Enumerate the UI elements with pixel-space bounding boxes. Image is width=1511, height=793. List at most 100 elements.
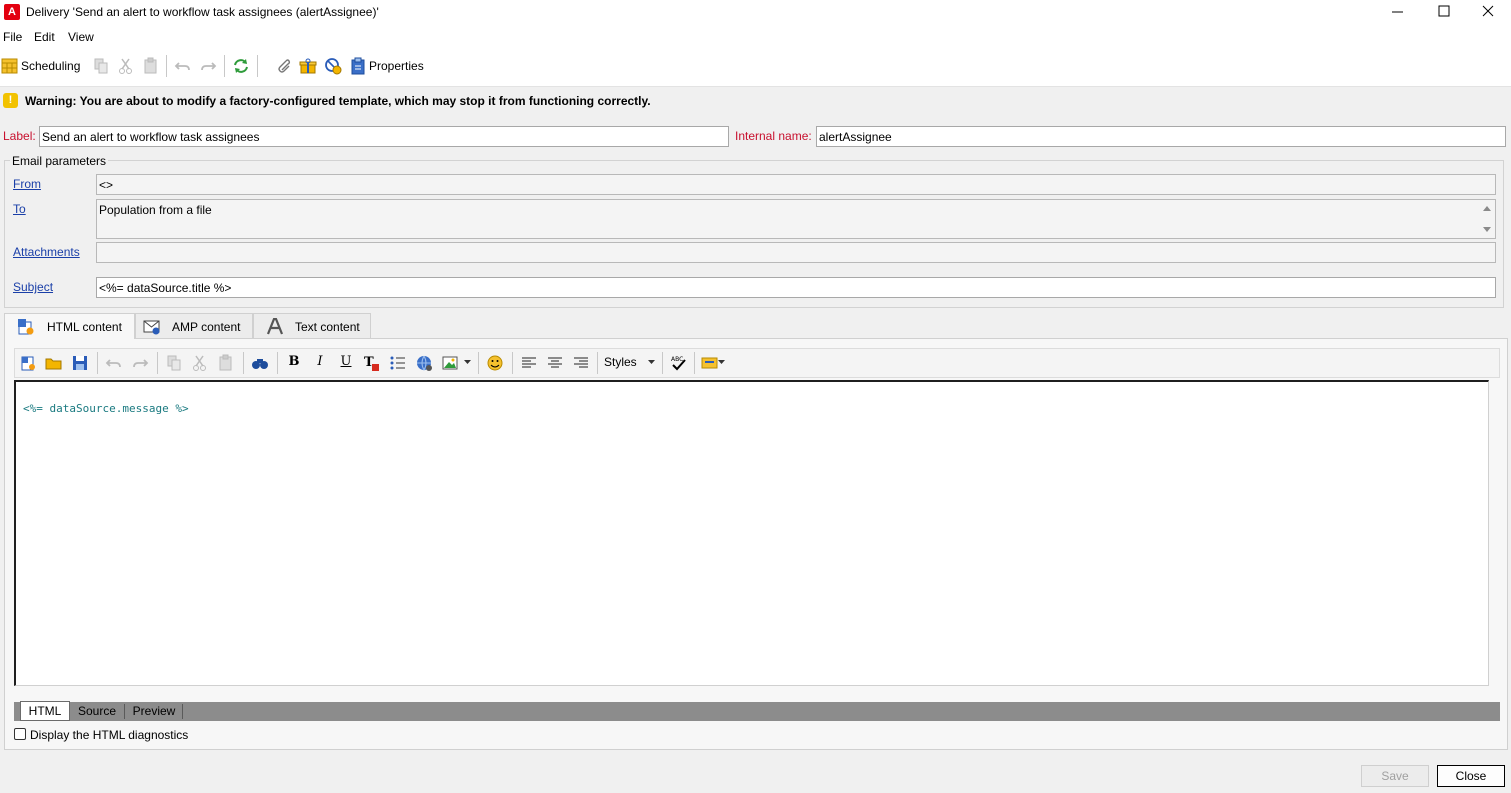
from-link[interactable]: From xyxy=(13,177,41,191)
calendar-icon[interactable] xyxy=(1,57,19,75)
editor-toolbar-separator xyxy=(243,352,244,374)
from-field[interactable]: <> xyxy=(96,174,1496,195)
clipboard-icon[interactable] xyxy=(349,57,367,75)
email-parameters-legend: Email parameters xyxy=(10,154,109,168)
underline-icon[interactable]: U xyxy=(337,354,355,372)
label-field-label: Label: xyxy=(3,129,36,143)
to-field[interactable]: Population from a file xyxy=(96,199,1496,239)
editor-toolbar-separator xyxy=(597,352,598,374)
close-button[interactable]: Close xyxy=(1437,765,1505,787)
align-left-icon[interactable] xyxy=(520,354,538,372)
editor-toolbar-separator xyxy=(157,352,158,374)
styles-dropdown[interactable]: Styles xyxy=(604,355,637,369)
align-center-icon[interactable] xyxy=(546,354,564,372)
html-diagnostics-checkbox[interactable] xyxy=(14,728,26,740)
open-folder-icon[interactable] xyxy=(45,354,63,372)
copy-icon[interactable] xyxy=(92,57,110,75)
scheduling-button[interactable]: Scheduling xyxy=(21,59,80,73)
text-color-icon[interactable]: T xyxy=(363,354,381,372)
tab-source[interactable]: Source xyxy=(72,702,122,721)
cut-icon[interactable] xyxy=(191,354,209,372)
undo-icon[interactable] xyxy=(105,354,123,372)
tab-amp-content-label: AMP content xyxy=(172,320,241,334)
chevron-down-icon[interactable] xyxy=(463,356,472,368)
attachment-icon[interactable] xyxy=(274,57,292,75)
undo-icon[interactable] xyxy=(174,57,192,75)
html-diagnostics-label: Display the HTML diagnostics xyxy=(30,728,189,742)
gift-icon[interactable] xyxy=(299,57,317,75)
menu-edit[interactable]: Edit xyxy=(34,30,55,44)
toolbar-separator xyxy=(257,55,258,77)
amp-content-icon xyxy=(143,318,161,336)
insert-image-icon[interactable] xyxy=(441,354,459,372)
refresh-icon[interactable] xyxy=(232,57,250,75)
copy-icon[interactable] xyxy=(165,354,183,372)
tab-html-content[interactable]: HTML content xyxy=(4,313,135,339)
toolbar-separator xyxy=(224,55,225,77)
editor-toolbar-separator xyxy=(277,352,278,374)
editor-toolbar-separator xyxy=(512,352,513,374)
cut-icon[interactable] xyxy=(117,57,135,75)
html-editor[interactable] xyxy=(14,380,1489,686)
tab-text-content-label: Text content xyxy=(295,320,360,334)
to-field-scrollbar[interactable] xyxy=(1479,200,1495,238)
attachments-field[interactable] xyxy=(96,242,1496,263)
properties-button[interactable]: Properties xyxy=(369,59,424,73)
to-link[interactable]: To xyxy=(13,202,26,216)
save-button[interactable]: Save xyxy=(1361,765,1429,787)
window-title: Delivery 'Send an alert to workflow task… xyxy=(26,5,379,19)
redo-icon[interactable] xyxy=(199,57,217,75)
subject-link[interactable]: Subject xyxy=(13,280,53,294)
chevron-down-icon[interactable] xyxy=(647,356,656,368)
tab-html[interactable]: HTML xyxy=(20,701,70,721)
menu-bar xyxy=(0,26,1511,46)
toolbar-separator xyxy=(166,55,167,77)
spellcheck-icon[interactable]: ABC xyxy=(670,354,688,372)
bullet-list-icon[interactable] xyxy=(389,354,407,372)
svg-text:ABC: ABC xyxy=(671,356,683,363)
tab-separator xyxy=(124,704,125,719)
subject-input[interactable]: <%= dataSource.title %> xyxy=(96,277,1496,298)
editor-content[interactable]: <%= dataSource.message %> xyxy=(23,402,189,415)
bold-icon[interactable]: B xyxy=(285,354,303,372)
paste-icon[interactable] xyxy=(217,354,235,372)
editor-view-tabs xyxy=(14,702,1500,721)
chevron-down-icon[interactable] xyxy=(717,356,726,368)
proof-icon[interactable] xyxy=(324,57,342,75)
paste-icon[interactable] xyxy=(142,57,160,75)
tab-separator xyxy=(182,704,183,719)
align-right-icon[interactable] xyxy=(572,354,590,372)
emoji-icon[interactable] xyxy=(486,354,504,372)
html-content-icon xyxy=(17,318,35,336)
label-input[interactable]: Send an alert to workflow task assignees xyxy=(39,126,729,147)
attachments-link[interactable]: Attachments xyxy=(13,245,80,259)
adobe-icon: A xyxy=(4,4,20,20)
tab-html-content-label: HTML content xyxy=(47,320,122,334)
redo-icon[interactable] xyxy=(131,354,149,372)
close-icon xyxy=(1482,5,1494,17)
tab-text-content[interactable]: Text content xyxy=(253,313,371,338)
save-icon[interactable] xyxy=(71,354,89,372)
new-document-icon[interactable] xyxy=(19,354,37,372)
close-window-button[interactable] xyxy=(1465,0,1511,26)
maximize-icon xyxy=(1438,5,1450,17)
menu-view[interactable]: View xyxy=(68,30,94,44)
editor-toolbar-separator xyxy=(694,352,695,374)
internal-name-label: Internal name: xyxy=(735,129,812,143)
find-binoculars-icon[interactable] xyxy=(251,354,269,372)
minimize-button[interactable] xyxy=(1375,0,1421,26)
text-content-icon xyxy=(266,318,284,336)
internal-name-input[interactable]: alertAssignee xyxy=(816,126,1506,147)
warning-icon: ! xyxy=(3,93,18,108)
menu-file[interactable]: File xyxy=(3,30,22,44)
tab-amp-content[interactable]: AMP content xyxy=(135,313,253,338)
italic-icon[interactable]: I xyxy=(311,354,329,372)
insert-link-icon[interactable] xyxy=(415,354,433,372)
tab-preview[interactable]: Preview xyxy=(127,702,181,721)
minimize-icon xyxy=(1392,11,1403,13)
warning-message: Warning: You are about to modify a facto… xyxy=(25,94,651,108)
editor-toolbar-separator xyxy=(478,352,479,374)
maximize-button[interactable] xyxy=(1421,0,1467,26)
editor-toolbar xyxy=(14,348,1500,378)
editor-toolbar-separator xyxy=(662,352,663,374)
